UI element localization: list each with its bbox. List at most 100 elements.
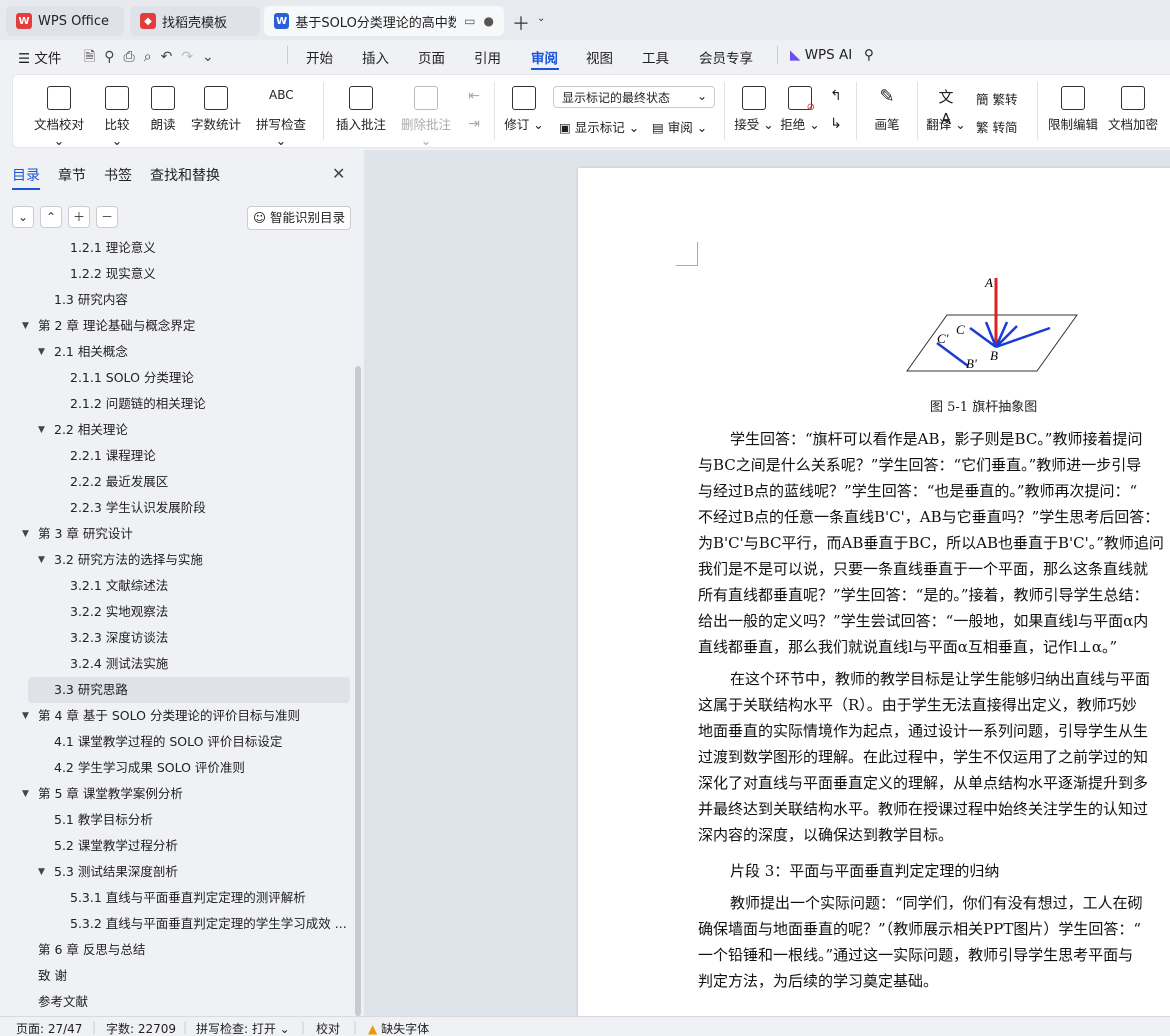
expand-down-icon[interactable]: ⌄ — [12, 206, 34, 228]
print-icon[interactable]: ⎙ — [124, 49, 144, 65]
toc-item[interactable]: 3.2.4 测试法实施 — [0, 651, 350, 677]
menu-insert[interactable]: 插入 — [362, 47, 389, 67]
toc-item[interactable]: 第 4 章 基于 SOLO 分类理论的评价目标与准则 ▼ — [0, 703, 350, 729]
word-count-button[interactable]: 字数统计 — [190, 86, 242, 133]
expand-triangle-icon[interactable]: ▼ — [38, 339, 45, 365]
toc-item[interactable]: 2.2 相关理论 ▼ — [0, 417, 350, 443]
sidebar-tab-bookmarks[interactable]: 书签 — [104, 165, 132, 185]
toc-item[interactable]: 3.2.3 深度访谈法 — [0, 625, 350, 651]
collapse-up-icon[interactable]: ⌃ — [40, 206, 62, 228]
sidebar-scrollbar[interactable] — [355, 366, 361, 1016]
reject-button[interactable]: ⊘ 拒绝 ⌄ — [780, 86, 820, 133]
toc-item[interactable]: 4.1 课堂教学过程的 SOLO 评价目标设定 — [0, 729, 350, 755]
toc-item[interactable]: 2.1.1 SOLO 分类理论 — [0, 365, 350, 391]
close-icon[interactable]: ✕ — [332, 164, 345, 183]
delete-comment-button[interactable]: 删除批注 ⌄ — [396, 86, 456, 148]
toc-item[interactable]: 2.2.1 课程理论 — [0, 443, 350, 469]
expand-triangle-icon[interactable]: ▼ — [38, 547, 45, 573]
toc-item[interactable]: 第 5 章 课堂教学案例分析 ▼ — [0, 781, 350, 807]
toc-item[interactable]: 1.2.2 现实意义 — [0, 261, 350, 287]
toc-item[interactable]: 5.3.1 直线与平面垂直判定定理的测评解析 — [0, 885, 350, 911]
file-menu[interactable]: ☰ 文件 — [18, 47, 61, 67]
wps-ai-button[interactable]: ◣ WPS AI — [790, 47, 852, 63]
tab-current-document[interactable]: W 基于SOLO分类理论的高中数学 ▭ ● — [264, 6, 504, 36]
sidebar-tab-find-replace[interactable]: 查找和替换 — [150, 165, 220, 185]
encrypt-button[interactable]: 文档加密 — [1106, 86, 1160, 133]
toc-item[interactable]: 2.2.3 学生认识发展阶段 — [0, 495, 350, 521]
compare-button[interactable]: 比较 ⌄ — [98, 86, 136, 148]
next-change-icon[interactable]: ↳ — [826, 116, 846, 132]
tab-close-dot-icon[interactable]: ● — [484, 14, 494, 28]
toc-item[interactable]: 5.2 课堂教学过程分析 — [0, 833, 350, 859]
format-painter-icon[interactable]: ⚲ — [104, 49, 123, 65]
menu-member[interactable]: 会员专享 — [699, 47, 753, 67]
save-icon[interactable]: 🗎 — [84, 49, 104, 65]
translate-button[interactable]: 文A 翻译 ⌄ — [926, 86, 966, 133]
revise-button[interactable]: 修订 ⌄ — [504, 86, 544, 133]
missing-font-indicator[interactable]: ▲ 缺失字体 — [368, 1020, 429, 1036]
chevron-down-icon[interactable]: ⌄ — [537, 13, 545, 24]
menu-tools[interactable]: 工具 — [642, 47, 669, 67]
toc-item[interactable]: 3.2.2 实地观察法 — [0, 599, 350, 625]
read-aloud-button[interactable]: 朗读 — [146, 86, 180, 133]
menu-page[interactable]: 页面 — [418, 47, 445, 67]
chevron-down-icon[interactable]: ⌄ — [202, 49, 223, 65]
word-count-indicator[interactable]: 字数: 22709 — [106, 1020, 176, 1036]
toc-item[interactable]: 第 2 章 理论基础与概念界定 ▼ — [0, 313, 350, 339]
restrict-edit-button[interactable]: 限制编辑 — [1046, 86, 1100, 133]
toc-item[interactable]: 2.1.2 问题链的相关理论 — [0, 391, 350, 417]
accept-button[interactable]: 接受 ⌄ — [734, 86, 774, 133]
toc-item[interactable]: 2.2.2 最近发展区 — [0, 469, 350, 495]
toc-item[interactable]: 3.3 研究思路 — [28, 677, 350, 703]
tab-wps-office[interactable]: W WPS Office — [6, 6, 124, 36]
toc-item[interactable]: 第 6 章 反思与总结 — [0, 937, 350, 963]
menu-start[interactable]: 开始 — [306, 47, 333, 67]
tab-docer-templates[interactable]: ◆ 找稻壳模板 — [130, 6, 260, 36]
toc-item[interactable]: 致 谢 — [0, 963, 350, 989]
menu-reference[interactable]: 引用 — [474, 47, 501, 67]
prev-comment-icon[interactable]: ⇤ — [464, 88, 484, 104]
proofread-button[interactable]: 文档校对 ⌄ — [28, 86, 90, 148]
undo-icon[interactable]: ↶ — [161, 49, 182, 65]
smart-toc-button[interactable]: ☺ 智能识别目录 — [247, 206, 351, 230]
page-indicator[interactable]: 页面: 27/47 — [16, 1020, 82, 1036]
expand-triangle-icon[interactable]: ▼ — [22, 703, 29, 729]
monitor-icon[interactable]: ▭ — [464, 14, 475, 28]
expand-triangle-icon[interactable]: ▼ — [38, 859, 45, 885]
markup-mode-select[interactable]: 显示标记的最终状态 ⌄ — [553, 86, 715, 108]
expand-triangle-icon[interactable]: ▼ — [22, 313, 29, 339]
toc-item[interactable]: 5.3 测试结果深度剖析 ▼ — [0, 859, 350, 885]
expand-triangle-icon[interactable]: ▼ — [22, 781, 29, 807]
sidebar-tab-toc[interactable]: 目录 — [12, 165, 40, 185]
show-markup-button[interactable]: ▣ 显示标记 ⌄ — [559, 117, 639, 136]
new-tab-plus-icon[interactable]: ＋ — [512, 10, 530, 36]
add-heading-icon[interactable]: ＋ — [68, 206, 90, 228]
spell-check-button[interactable]: ABC 拼写检查 ⌄ — [250, 86, 312, 148]
toc-item[interactable]: 1.3 研究内容 — [0, 287, 350, 313]
toc-item[interactable]: 5.1 教学目标分析 — [0, 807, 350, 833]
pen-button[interactable]: ✎ 画笔 — [868, 86, 906, 133]
toc-item[interactable]: 3.2.1 文献综述法 — [0, 573, 350, 599]
toc-item[interactable]: 2.1 相关概念 ▼ — [0, 339, 350, 365]
to-traditional-button[interactable]: 簡 繁转 — [976, 89, 1018, 108]
print-preview-icon[interactable]: ⌕ — [144, 49, 161, 65]
search-icon[interactable]: ⚲ — [864, 47, 874, 63]
insert-comment-button[interactable]: 插入批注 — [334, 86, 388, 133]
toc-item[interactable]: 3.2 研究方法的选择与实施 ▼ — [0, 547, 350, 573]
toc-item[interactable]: 参考文献 — [0, 989, 350, 1015]
menu-view[interactable]: 视图 — [586, 47, 613, 67]
to-simplified-button[interactable]: 繁 转简 — [976, 117, 1018, 136]
redo-icon[interactable]: ↷ — [181, 49, 202, 65]
toc-item[interactable]: 第 3 章 研究设计 ▼ — [0, 521, 350, 547]
toc-item[interactable]: 4.2 学生学习成果 SOLO 评价准则 — [0, 755, 350, 781]
expand-triangle-icon[interactable]: ▼ — [22, 521, 29, 547]
remove-heading-icon[interactable]: － — [96, 206, 118, 228]
toc-item[interactable]: 1.2.1 理论意义 — [0, 238, 350, 261]
next-comment-icon[interactable]: ⇥ — [464, 116, 484, 132]
sidebar-tab-sections[interactable]: 章节 — [58, 165, 86, 185]
review-pane-button[interactable]: ▤ 审阅 ⌄ — [652, 117, 707, 136]
prev-change-icon[interactable]: ↰ — [826, 88, 846, 104]
spell-check-indicator[interactable]: 拼写检查: 打开 ⌄ — [196, 1020, 290, 1036]
quick-access-toolbar[interactable]: 🗎⚲⎙⌕↶↷⌄ — [84, 46, 223, 70]
proof-indicator[interactable]: 校对 — [316, 1020, 340, 1036]
